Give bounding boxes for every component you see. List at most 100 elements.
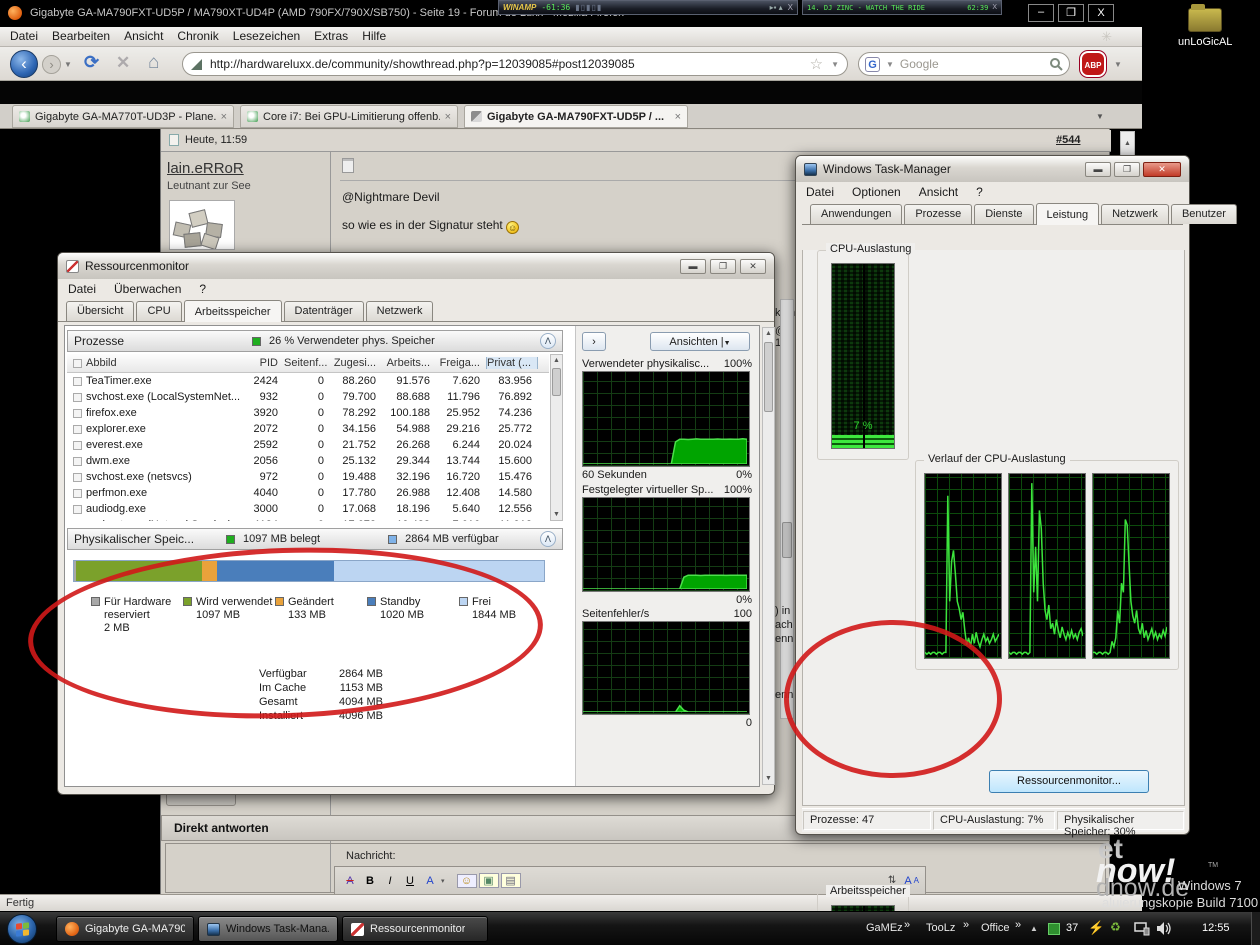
tab-3-close-icon[interactable]: × bbox=[675, 111, 681, 123]
search-box[interactable]: G ▼ Google bbox=[858, 52, 1070, 76]
tool带bar-gamez[interactable]: GaMEz bbox=[866, 922, 903, 934]
taskman-close-button[interactable]: ✕ bbox=[1143, 161, 1181, 177]
tab-1[interactable]: Gigabyte GA-MA770T-UD3P - Plane... × bbox=[12, 105, 234, 128]
tab-dienste[interactable]: Dienste bbox=[974, 204, 1034, 224]
avatar[interactable] bbox=[169, 200, 235, 250]
forward-button[interactable]: › bbox=[42, 55, 61, 74]
winamp-close-icon[interactable]: X bbox=[788, 3, 793, 12]
memory-collapse-chevron-icon[interactable]: ᐱ bbox=[540, 531, 556, 547]
menu-lesezeichen[interactable]: Lesezeichen bbox=[233, 29, 300, 43]
tab-cpu[interactable]: CPU bbox=[136, 301, 182, 321]
tab-benutzer[interactable]: Benutzer bbox=[1170, 204, 1237, 224]
col-arbeitssatz[interactable]: Arbeits... bbox=[382, 357, 436, 369]
toolbar-toolz[interactable]: TooLz bbox=[926, 922, 955, 934]
col-freigabe[interactable]: Freiga... bbox=[436, 357, 486, 369]
menu-datei[interactable]: Datei bbox=[10, 29, 38, 43]
remove-format-icon[interactable]: A bbox=[341, 875, 359, 887]
collapse-chevron-icon[interactable]: ᐱ bbox=[540, 333, 556, 349]
resmon-close-button[interactable]: ✕ bbox=[740, 258, 766, 274]
resmon-menu-help[interactable]: ? bbox=[199, 282, 206, 296]
row-checkbox[interactable] bbox=[73, 424, 82, 434]
tab-leistung[interactable]: Leistung bbox=[1035, 203, 1100, 225]
reload-button[interactable]: ⟳ bbox=[84, 52, 99, 73]
winamp-playlist-bar[interactable]: 14. DJ ZINC - WATCH THE RIDE 62:39 X bbox=[802, 0, 1002, 15]
views-button[interactable]: Ansichten |▼ bbox=[650, 332, 750, 351]
italic-icon[interactable]: I bbox=[381, 875, 399, 887]
page-scrollbar-strip[interactable] bbox=[780, 299, 794, 719]
table-row[interactable]: audiodg.exe 3000 0 17.068 18.196 5.640 1… bbox=[67, 501, 549, 517]
row-checkbox[interactable] bbox=[73, 488, 82, 498]
row-checkbox[interactable] bbox=[73, 520, 82, 521]
bookmark-star-icon[interactable]: ☆ bbox=[810, 55, 823, 73]
row-checkbox[interactable] bbox=[73, 392, 82, 402]
insert-video-icon[interactable]: ▤ bbox=[500, 873, 521, 888]
tab-list-caret-icon[interactable]: ▼ bbox=[1096, 112, 1104, 121]
taskbar-button-resmon[interactable]: Ressourcenmonitor bbox=[342, 916, 488, 942]
table-row[interactable]: svchost.exe (NetworkService) 1134 0 17.6… bbox=[67, 517, 549, 521]
clock[interactable]: 12:55 bbox=[1202, 922, 1230, 934]
post-author-link[interactable]: lain.eRRoR bbox=[167, 160, 244, 177]
menu-bearbeiten[interactable]: Bearbeiten bbox=[52, 29, 110, 43]
font-color-icon[interactable]: A bbox=[421, 875, 439, 887]
minimize-button[interactable]: – bbox=[1028, 4, 1054, 22]
row-checkbox[interactable] bbox=[73, 376, 82, 386]
col-privat[interactable]: Privat (... bbox=[486, 357, 538, 369]
col-abbild[interactable]: Abbild bbox=[86, 357, 244, 369]
tray-updater-icon[interactable]: ♻ bbox=[1110, 920, 1121, 934]
taskman-menu-help[interactable]: ? bbox=[976, 185, 983, 199]
url-bar[interactable]: http://hardwareluxx.de/community/showthr… bbox=[182, 52, 848, 76]
resmon-menu-ueberwachen[interactable]: Überwachen bbox=[114, 282, 181, 296]
tab-netzwerk[interactable]: Netzwerk bbox=[365, 301, 434, 321]
col-zugesichert[interactable]: Zugesi... bbox=[330, 357, 382, 369]
abp-caret-icon[interactable]: ▼ bbox=[1114, 60, 1122, 69]
row-checkbox[interactable] bbox=[73, 456, 82, 466]
process-table-header[interactable]: Abbild PID Seitenf... Zugesi... Arbeits.… bbox=[67, 354, 549, 373]
tab-1-close-icon[interactable]: × bbox=[221, 111, 227, 123]
search-input[interactable]: Google bbox=[900, 57, 1043, 71]
desktop-icon-unlogical[interactable]: unLoGicAL bbox=[1178, 4, 1232, 48]
tab-anwendungen[interactable]: Anwendungen bbox=[810, 204, 903, 224]
underline-icon[interactable]: U bbox=[401, 875, 419, 887]
table-row[interactable]: dwm.exe 2056 0 25.132 29.344 13.744 15.6… bbox=[67, 453, 549, 469]
tray-cpu-meter-icon[interactable] bbox=[1048, 923, 1060, 935]
chevron-icon[interactable]: » bbox=[904, 919, 910, 931]
row-checkbox[interactable] bbox=[73, 504, 82, 514]
taskman-menu-optionen[interactable]: Optionen bbox=[852, 185, 901, 199]
select-all-checkbox[interactable] bbox=[73, 358, 82, 368]
row-checkbox[interactable] bbox=[73, 440, 82, 450]
tray-lightning-icon[interactable]: ⚡ bbox=[1088, 920, 1104, 936]
taskbar-button-taskman[interactable]: Windows Task-Mana... bbox=[198, 916, 338, 942]
chevron-icon[interactable]: » bbox=[963, 919, 969, 931]
resmon-scrollbar[interactable]: ▲ ▼ bbox=[762, 327, 775, 785]
table-row[interactable]: firefox.exe 3920 0 78.292 100.188 25.952… bbox=[67, 405, 549, 421]
close-button[interactable]: X bbox=[1088, 4, 1114, 22]
tab-arbeitsspeicher[interactable]: Arbeitsspeicher bbox=[183, 300, 282, 322]
search-engine-icon[interactable]: G bbox=[865, 56, 880, 72]
url-text[interactable]: http://hardwareluxx.de/community/showthr… bbox=[210, 57, 802, 71]
taskbar-button-firefox[interactable]: Gigabyte GA-MA790... bbox=[56, 916, 194, 942]
table-row[interactable]: explorer.exe 2072 0 34.156 54.988 29.216… bbox=[67, 421, 549, 437]
table-row[interactable]: svchost.exe (LocalSystemNet... 932 0 79.… bbox=[67, 389, 549, 405]
menu-hilfe[interactable]: Hilfe bbox=[362, 29, 386, 43]
resmon-menu-datei[interactable]: Datei bbox=[68, 282, 96, 296]
row-checkbox[interactable] bbox=[73, 408, 82, 418]
smilies-icon[interactable]: ☺ bbox=[456, 873, 477, 888]
taskman-menu-datei[interactable]: Datei bbox=[806, 185, 834, 199]
stop-button[interactable]: ✕ bbox=[116, 53, 130, 73]
menu-ansicht[interactable]: Ansicht bbox=[124, 29, 163, 43]
col-pid[interactable]: PID bbox=[244, 357, 284, 369]
main-scrollbar-up[interactable]: ▲ bbox=[1120, 131, 1135, 157]
search-engine-caret-icon[interactable]: ▼ bbox=[886, 60, 894, 69]
tab-3-active[interactable]: Gigabyte GA-MA790FXT-UD5P / ... × bbox=[464, 105, 688, 128]
processes-section-header[interactable]: Prozesse 26 % Verwendeter phys. Speicher… bbox=[67, 330, 563, 352]
tab-uebersicht[interactable]: Übersicht bbox=[66, 301, 135, 321]
menu-chronik[interactable]: Chronik bbox=[177, 29, 218, 43]
chevron-icon[interactable]: » bbox=[1015, 919, 1021, 931]
back-button[interactable]: ‹ bbox=[10, 50, 38, 78]
tab-datentraeger[interactable]: Datenträger bbox=[283, 301, 364, 321]
start-button[interactable] bbox=[7, 914, 37, 944]
tray-network-icon[interactable] bbox=[1134, 922, 1150, 936]
search-magnifier-icon[interactable] bbox=[1049, 57, 1063, 71]
font-color-caret-icon[interactable]: ▾ bbox=[441, 877, 445, 885]
show-desktop-button[interactable] bbox=[1251, 912, 1260, 945]
